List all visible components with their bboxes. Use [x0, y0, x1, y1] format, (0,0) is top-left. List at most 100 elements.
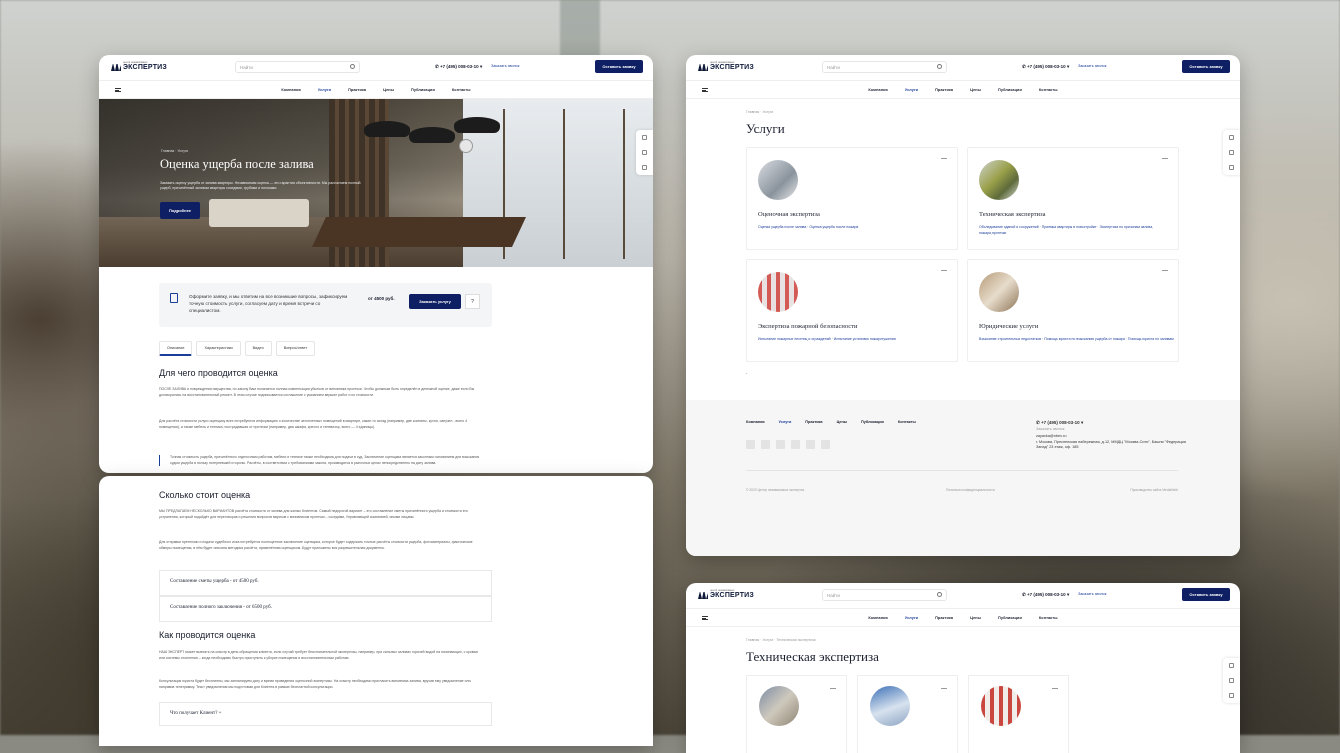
service-name[interactable]: Техническая экспертиза [979, 211, 1045, 218]
footer-email[interactable]: zayavka@nbex.ru [1036, 432, 1186, 440]
accessibility-icon[interactable] [642, 135, 647, 140]
breadcrumb[interactable]: Главная · Услуги · Техническая экспертиз… [746, 638, 816, 642]
callback-link[interactable]: Заказать звонок [1078, 592, 1106, 596]
nav-publications[interactable]: Публикации [998, 88, 1022, 92]
chat-icon[interactable] [1229, 150, 1234, 155]
footer-nav-services[interactable]: Услуги [779, 420, 792, 424]
subservice-card[interactable] [968, 675, 1069, 753]
site-logo[interactable]: центр независимых ЭКСПЕРТИЗ [698, 61, 754, 71]
service-name[interactable]: Оценочная экспертиза [758, 211, 820, 218]
arrow-icon[interactable] [1162, 158, 1168, 159]
callback-link[interactable]: Заказать звонок [1078, 64, 1106, 68]
search-icon[interactable] [937, 592, 942, 597]
nav-prices[interactable]: Цены [970, 88, 981, 92]
dzen-icon[interactable] [821, 440, 830, 449]
privacy-policy-link[interactable]: Политика конфиденциальности [946, 488, 995, 492]
service-links[interactable]: Испытание пожарных лестниц и ограждений … [758, 336, 953, 342]
nav-company[interactable]: Компания [868, 616, 887, 620]
nav-prices[interactable]: Цены [383, 88, 394, 92]
search-input[interactable]: Найти [235, 61, 360, 73]
footer-phone[interactable]: ✆ +7 (495) 008-03-10 ▾ [1036, 419, 1186, 427]
menu-icon[interactable] [115, 88, 121, 92]
tab-faq[interactable]: Вопрос/ответ [275, 341, 316, 356]
service-card[interactable]: Оценочная экспертиза Оценка ущерба после… [746, 147, 958, 250]
arrow-icon[interactable] [941, 688, 947, 689]
nav-contacts[interactable]: Контакты [1039, 616, 1058, 620]
header-phone[interactable]: ✆ +7 (495) 008-03-10 ▾ [1022, 592, 1069, 598]
service-name[interactable]: Юридические услуги [979, 323, 1038, 330]
more-button[interactable]: Подробнее [160, 202, 200, 219]
footer-nav-contacts[interactable]: Контакты [898, 420, 916, 424]
arrow-icon[interactable] [1162, 270, 1168, 271]
leave-request-button[interactable]: Оставить заявку [595, 60, 643, 73]
nav-contacts[interactable]: Контакты [452, 88, 471, 92]
breadcrumb[interactable]: Главная · Услуги [746, 110, 773, 114]
service-links[interactable]: Оценка ущерба после залива · Оценка ущер… [758, 224, 953, 230]
service-links[interactable]: Взыскание строительных недостатков · Пом… [979, 336, 1174, 342]
service-card[interactable]: Юридические услуги Взыскание строительны… [967, 259, 1179, 362]
search-input[interactable]: Найти [822, 61, 947, 73]
accessibility-icon[interactable] [1229, 663, 1234, 668]
accessibility-icon[interactable] [1229, 135, 1234, 140]
tab-characteristics[interactable]: Характеристики [196, 341, 241, 356]
accordion-client-gets[interactable]: Что получает Клиент? + [159, 702, 492, 726]
callback-link[interactable]: Заказать звонок [491, 64, 519, 68]
footer-nav-practice[interactable]: Практика [805, 420, 822, 424]
nav-services[interactable]: Услуги [318, 88, 331, 92]
nav-services[interactable]: Услуги [905, 88, 918, 92]
nav-services[interactable]: Услуги [905, 616, 918, 620]
tab-video[interactable]: Видео [244, 341, 272, 356]
question-button[interactable]: ? [465, 294, 480, 309]
tab-description[interactable]: Описание [159, 341, 193, 356]
nav-publications[interactable]: Публикации [411, 88, 435, 92]
leave-request-button[interactable]: Оставить заявку [1182, 588, 1230, 601]
instagram-icon[interactable] [806, 440, 815, 449]
mail-icon[interactable] [1229, 165, 1234, 170]
nav-practice[interactable]: Практика [935, 88, 953, 92]
menu-icon[interactable] [702, 616, 708, 620]
accordion-full-report[interactable]: Составление полного заключения - от 6500… [159, 596, 492, 622]
header-phone[interactable]: ✆ +7 (495) 008-03-10 ▾ [1022, 64, 1069, 70]
search-icon[interactable] [937, 64, 942, 69]
chat-icon[interactable] [1229, 678, 1234, 683]
subservice-card[interactable] [857, 675, 958, 753]
site-logo[interactable]: центр независимых ЭКСПЕРТИЗ [698, 589, 754, 599]
subservice-card[interactable] [746, 675, 847, 753]
mail-icon[interactable] [642, 165, 647, 170]
nav-practice[interactable]: Практика [935, 616, 953, 620]
service-card[interactable]: Экспертиза пожарной безопасности Испытан… [746, 259, 958, 362]
arrow-icon[interactable] [1052, 688, 1058, 689]
nav-prices[interactable]: Цены [970, 616, 981, 620]
nav-company[interactable]: Компания [868, 88, 887, 92]
nav-practice[interactable]: Практика [348, 88, 366, 92]
search-icon[interactable] [350, 64, 355, 69]
leave-request-button[interactable]: Оставить заявку [1182, 60, 1230, 73]
mail-icon[interactable] [1229, 693, 1234, 698]
breadcrumb[interactable]: Главная · Услуги [161, 149, 188, 153]
vk-icon[interactable] [746, 440, 755, 449]
nav-publications[interactable]: Публикации [998, 616, 1022, 620]
order-service-button[interactable]: Заказать услугу [409, 294, 461, 309]
menu-icon[interactable] [702, 88, 708, 92]
youtube-icon[interactable] [761, 440, 770, 449]
arrow-icon[interactable] [830, 688, 836, 689]
chat-icon[interactable] [642, 150, 647, 155]
whatsapp-icon[interactable] [791, 440, 800, 449]
developer-link[interactable]: Производство сайта MediaWeb [1130, 488, 1178, 492]
header-phone[interactable]: ✆ +7 (495) 008-03-10 ▾ [435, 64, 482, 70]
service-name[interactable]: Экспертиза пожарной безопасности [758, 323, 857, 330]
main-nav: Компания Услуги Практика Цены Публикации… [686, 609, 1240, 627]
footer-nav-company[interactable]: Компания [746, 420, 765, 424]
footer-nav-prices[interactable]: Цены [837, 420, 847, 424]
footer-nav-publications[interactable]: Публикации [861, 420, 884, 424]
nav-company[interactable]: Компания [281, 88, 300, 92]
nav-contacts[interactable]: Контакты [1039, 88, 1058, 92]
arrow-icon[interactable] [941, 158, 947, 159]
service-links[interactable]: Обследование зданий и сооружений · Прием… [979, 224, 1174, 236]
search-input[interactable]: Найти [822, 589, 947, 601]
service-card[interactable]: Техническая экспертиза Обследование здан… [967, 147, 1179, 250]
accordion-estimate[interactable]: Составление сметы ущерба - от 4500 руб. [159, 570, 492, 596]
site-logo[interactable]: центр независимых ЭКСПЕРТИЗ [111, 61, 167, 71]
arrow-icon[interactable] [941, 270, 947, 271]
telegram-icon[interactable] [776, 440, 785, 449]
